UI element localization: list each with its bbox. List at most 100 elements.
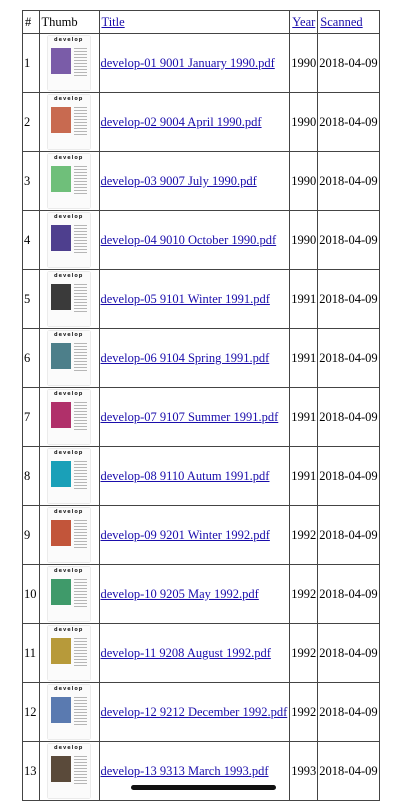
scanned-date-cell: 2018-04-09	[317, 269, 380, 329]
scanned-date-cell: 2018-04-09	[317, 564, 380, 624]
cover-art	[51, 697, 71, 723]
header-year[interactable]: Year	[289, 10, 319, 34]
header-thumb: Thumb	[38, 10, 100, 34]
cover-art	[51, 343, 71, 369]
row-number: 13	[22, 741, 40, 801]
pdf-link[interactable]: develop-07 9107 Summer 1991.pdf	[101, 410, 279, 424]
pdf-link[interactable]: develop-09 9201 Winter 1992.pdf	[101, 528, 270, 542]
cover-thumbnail[interactable]: develop	[48, 390, 90, 444]
sort-year-link[interactable]: Year	[292, 15, 315, 29]
cover-art	[51, 107, 71, 133]
thumb-cell: develop	[38, 623, 100, 683]
title-cell: develop-04 9010 October 1990.pdf	[98, 210, 291, 270]
cover-art	[51, 461, 71, 487]
cover-masthead: develop	[54, 332, 84, 338]
cover-thumbnail[interactable]: develop	[48, 744, 90, 798]
cover-thumbnail[interactable]: develop	[48, 508, 90, 562]
pdf-link[interactable]: develop-01 9001 January 1990.pdf	[101, 56, 275, 70]
home-indicator	[131, 785, 276, 790]
thumb-cell: develop	[38, 269, 100, 329]
thumb-cell: develop	[38, 387, 100, 447]
cover-text-lines	[74, 284, 87, 314]
year-cell: 1991	[289, 269, 319, 329]
table-row: 3 develop develop-03 9007 July 1990.pdf 199…	[22, 151, 380, 211]
year-cell: 1992	[289, 623, 319, 683]
scanned-date-cell: 2018-04-09	[317, 387, 380, 447]
year-cell: 1991	[289, 328, 319, 388]
pdf-link[interactable]: develop-04 9010 October 1990.pdf	[101, 233, 277, 247]
cover-thumbnail[interactable]: develop	[48, 95, 90, 149]
year-cell: 1993	[289, 741, 319, 801]
cover-thumbnail[interactable]: develop	[48, 331, 90, 385]
title-cell: develop-06 9104 Spring 1991.pdf	[98, 328, 291, 388]
title-cell: develop-05 9101 Winter 1991.pdf	[98, 269, 291, 329]
cover-masthead: develop	[54, 745, 84, 751]
header-title[interactable]: Title	[98, 10, 291, 34]
table-row: 10 develop develop-10 9205 May 1992.pdf 199…	[22, 564, 380, 624]
scanned-date-cell: 2018-04-09	[317, 741, 380, 801]
table-row: 6 develop develop-06 9104 Spring 1991.pdf 1…	[22, 328, 380, 388]
cover-text-lines	[74, 461, 87, 491]
thumb-cell: develop	[38, 741, 100, 801]
title-cell: develop-02 9004 April 1990.pdf	[98, 92, 291, 152]
cover-masthead: develop	[54, 214, 84, 220]
cover-thumbnail[interactable]: develop	[48, 685, 90, 739]
pdf-link[interactable]: develop-06 9104 Spring 1991.pdf	[101, 351, 270, 365]
cover-text-lines	[74, 697, 87, 727]
year-cell: 1991	[289, 387, 319, 447]
row-number: 3	[22, 151, 40, 211]
table-row: 11 develop develop-11 9208 August 1992.pdf…	[22, 623, 380, 683]
row-number: 11	[22, 623, 40, 683]
table-row: 4 develop develop-04 9010 October 1990.pdf…	[22, 210, 380, 270]
pdf-index-table: # Thumb Title Year Scanned 1 develop devel…	[22, 10, 380, 801]
pdf-link[interactable]: develop-10 9205 May 1992.pdf	[101, 587, 259, 601]
cover-art	[51, 166, 71, 192]
pdf-link[interactable]: develop-03 9007 July 1990.pdf	[101, 174, 257, 188]
title-cell: develop-10 9205 May 1992.pdf	[98, 564, 291, 624]
cover-art	[51, 756, 71, 782]
title-cell: develop-08 9110 Autum 1991.pdf	[98, 446, 291, 506]
pdf-link[interactable]: develop-11 9208 August 1992.pdf	[101, 646, 271, 660]
cover-text-lines	[74, 48, 87, 78]
row-number: 4	[22, 210, 40, 270]
sort-scanned-link[interactable]: Scanned	[320, 15, 362, 29]
table-row: 13 develop develop-13 9313 March 1993.pdf 1…	[22, 741, 380, 801]
thumb-cell: develop	[38, 328, 100, 388]
table-row: 8 develop develop-08 9110 Autum 1991.pdf 19…	[22, 446, 380, 506]
cover-thumbnail[interactable]: develop	[48, 626, 90, 680]
cover-text-lines	[74, 402, 87, 432]
cover-thumbnail[interactable]: develop	[48, 272, 90, 326]
cover-masthead: develop	[54, 391, 84, 397]
year-cell: 1992	[289, 505, 319, 565]
pdf-link[interactable]: develop-12 9212 December 1992.pdf	[101, 705, 288, 719]
row-number: 10	[22, 564, 40, 624]
pdf-link[interactable]: develop-05 9101 Winter 1991.pdf	[101, 292, 270, 306]
cover-thumbnail[interactable]: develop	[48, 213, 90, 267]
year-cell: 1991	[289, 446, 319, 506]
row-number: 2	[22, 92, 40, 152]
cover-art	[51, 225, 71, 251]
cover-thumbnail[interactable]: develop	[48, 449, 90, 503]
pdf-link[interactable]: develop-13 9313 March 1993.pdf	[101, 764, 269, 778]
scanned-date-cell: 2018-04-09	[317, 210, 380, 270]
sort-title-link[interactable]: Title	[102, 15, 125, 29]
thumb-cell: develop	[38, 210, 100, 270]
cover-art	[51, 638, 71, 664]
thumb-cell: develop	[38, 446, 100, 506]
cover-text-lines	[74, 166, 87, 196]
title-cell: develop-01 9001 January 1990.pdf	[98, 33, 291, 93]
cover-thumbnail[interactable]: develop	[48, 567, 90, 621]
header-scanned[interactable]: Scanned	[317, 10, 380, 34]
title-cell: develop-11 9208 August 1992.pdf	[98, 623, 291, 683]
thumb-cell: develop	[38, 92, 100, 152]
cover-thumbnail[interactable]: develop	[48, 154, 90, 208]
pdf-link[interactable]: develop-08 9110 Autum 1991.pdf	[101, 469, 270, 483]
year-cell: 1992	[289, 682, 319, 742]
row-number: 5	[22, 269, 40, 329]
cover-masthead: develop	[54, 37, 84, 43]
cover-masthead: develop	[54, 155, 84, 161]
table-row: 5 develop develop-05 9101 Winter 1991.pdf 1…	[22, 269, 380, 329]
cover-thumbnail[interactable]: develop	[48, 36, 90, 90]
cover-masthead: develop	[54, 450, 84, 456]
pdf-link[interactable]: develop-02 9004 April 1990.pdf	[101, 115, 262, 129]
